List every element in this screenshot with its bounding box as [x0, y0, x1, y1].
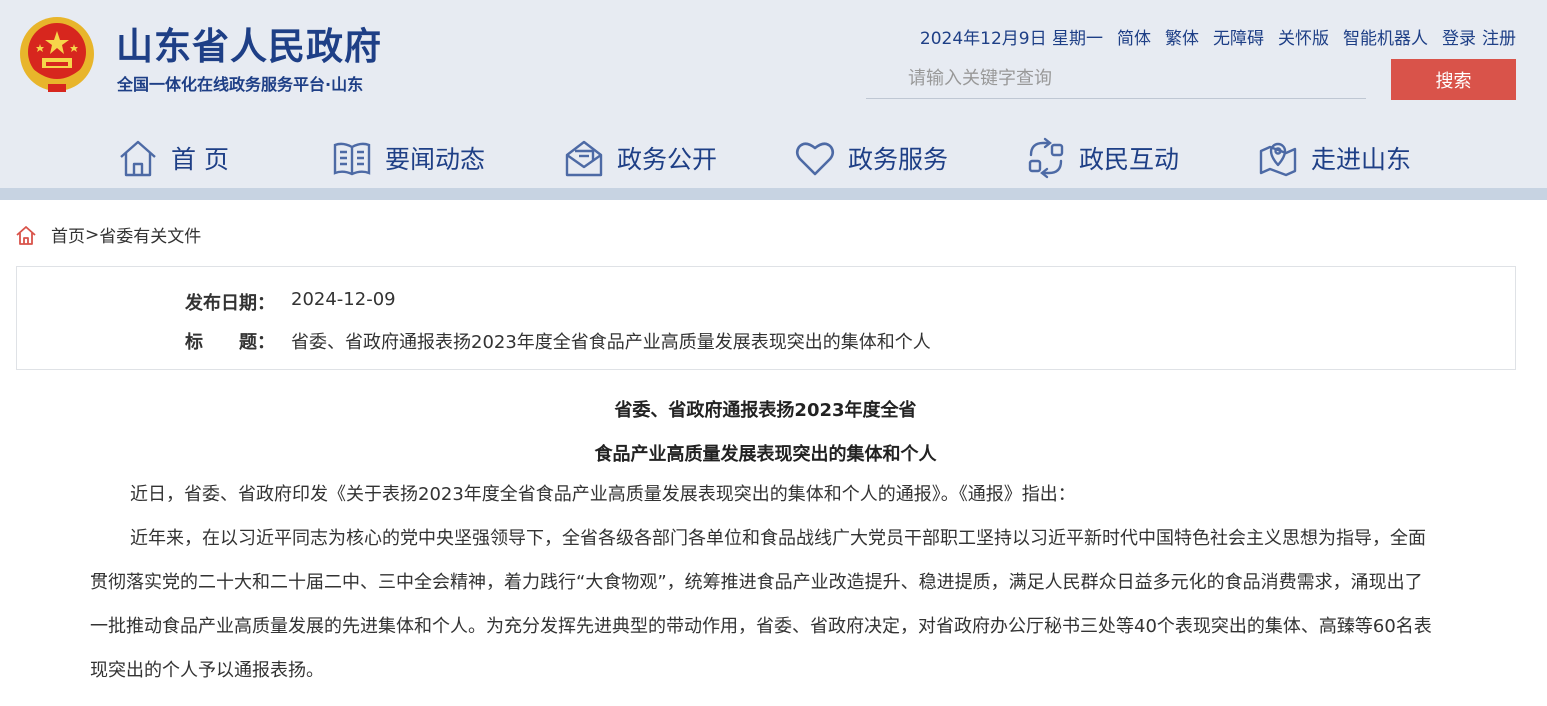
article-title-line1: 省委、省政府通报表扬2023年度全省	[614, 400, 917, 421]
site-title[interactable]: 山东省人民政府	[116, 16, 382, 70]
header-divider	[0, 188, 1547, 200]
article-info-box: 发布日期： 2024-12-09 标 题： 省委、省政府通报表扬2023年度全省…	[16, 266, 1516, 370]
nav-item-home[interactable]: 首 页	[117, 130, 229, 186]
nav-label-home: 首 页	[171, 145, 229, 174]
breadcrumb: 首页 > 省委有关文件	[15, 222, 201, 247]
login-link[interactable]: 登录	[1442, 24, 1476, 49]
national-emblem-icon[interactable]	[18, 14, 96, 96]
article-paragraph: 近日，省委、省政府印发《关于表扬2023年度全省食品产业高质量发展表现突出的集体…	[130, 484, 1076, 505]
title-row: 标 题： 省委、省政府通报表扬2023年度全省食品产业高质量发展表现突出的集体和…	[185, 328, 931, 354]
mail-open-icon	[565, 140, 603, 177]
nav-label-services: 政务服务	[848, 145, 949, 174]
title-label: 标 题：	[185, 332, 275, 353]
publish-date-value: 2024-12-09	[291, 289, 396, 310]
site-header: 山东省人民政府 全国一体化在线政务服务平台·山东 2024年12月9日 星期一 …	[0, 0, 1547, 190]
search-button[interactable]: 搜索	[1391, 59, 1516, 100]
elderly-mode-link[interactable]: 关怀版	[1278, 24, 1329, 49]
heart-icon	[795, 142, 835, 176]
nav-label-news: 要闻动态	[385, 145, 486, 174]
publish-date-row: 发布日期： 2024-12-09	[185, 289, 396, 315]
current-date: 2024年12月9日 星期一	[919, 29, 1103, 49]
interaction-icon	[1028, 137, 1064, 179]
nav-item-shandong[interactable]: 走进山东	[1257, 130, 1411, 186]
nav-item-open-affairs[interactable]: 政务公开	[563, 130, 717, 186]
site-subtitle: 全国一体化在线政务服务平台·山东	[117, 75, 364, 94]
breadcrumb-home[interactable]: 首页	[51, 222, 85, 247]
breadcrumb-current[interactable]: 省委有关文件	[99, 222, 201, 247]
nav-item-interaction[interactable]: 政民互动	[1025, 130, 1179, 186]
search-box	[866, 58, 1366, 99]
nav-item-services[interactable]: 政务服务	[794, 130, 948, 186]
breadcrumb-separator: >	[85, 224, 100, 245]
main-nav: 首 页 要闻动态 政务公开 政务服务 政民互动 走进山东	[0, 130, 1547, 186]
nav-label-interaction: 政民互动	[1079, 145, 1180, 174]
article-paragraph: 近年来，在以习近平同志为核心的党中央坚强领导下，全省各级各部门各单位和食品战线广…	[90, 528, 1432, 681]
accessibility-link[interactable]: 无障碍	[1213, 24, 1264, 49]
nav-item-news[interactable]: 要闻动态	[331, 130, 485, 186]
title-value: 省委、省政府通报表扬2023年度全省食品产业高质量发展表现突出的集体和个人	[291, 332, 931, 353]
smart-robot-link[interactable]: 智能机器人	[1343, 24, 1428, 49]
traditional-link[interactable]: 繁体	[1165, 24, 1199, 49]
simplified-link[interactable]: 简体	[1117, 24, 1151, 49]
map-pin-icon	[1259, 142, 1297, 177]
article-title-line2: 食品产业高质量发展表现突出的集体和个人	[594, 444, 937, 465]
nav-label-open-affairs: 政务公开	[617, 145, 718, 174]
search-input[interactable]	[866, 58, 1366, 98]
register-link[interactable]: 注册	[1482, 24, 1516, 49]
home-icon[interactable]	[15, 224, 37, 246]
nav-label-shandong: 走进山东	[1311, 145, 1412, 174]
publish-date-label: 发布日期：	[185, 293, 275, 314]
book-icon	[333, 142, 371, 176]
home-icon	[120, 140, 156, 177]
top-links: 2024年12月9日 星期一 简体 繁体 无障碍 关怀版 智能机器人 登录 注册	[920, 24, 1516, 49]
